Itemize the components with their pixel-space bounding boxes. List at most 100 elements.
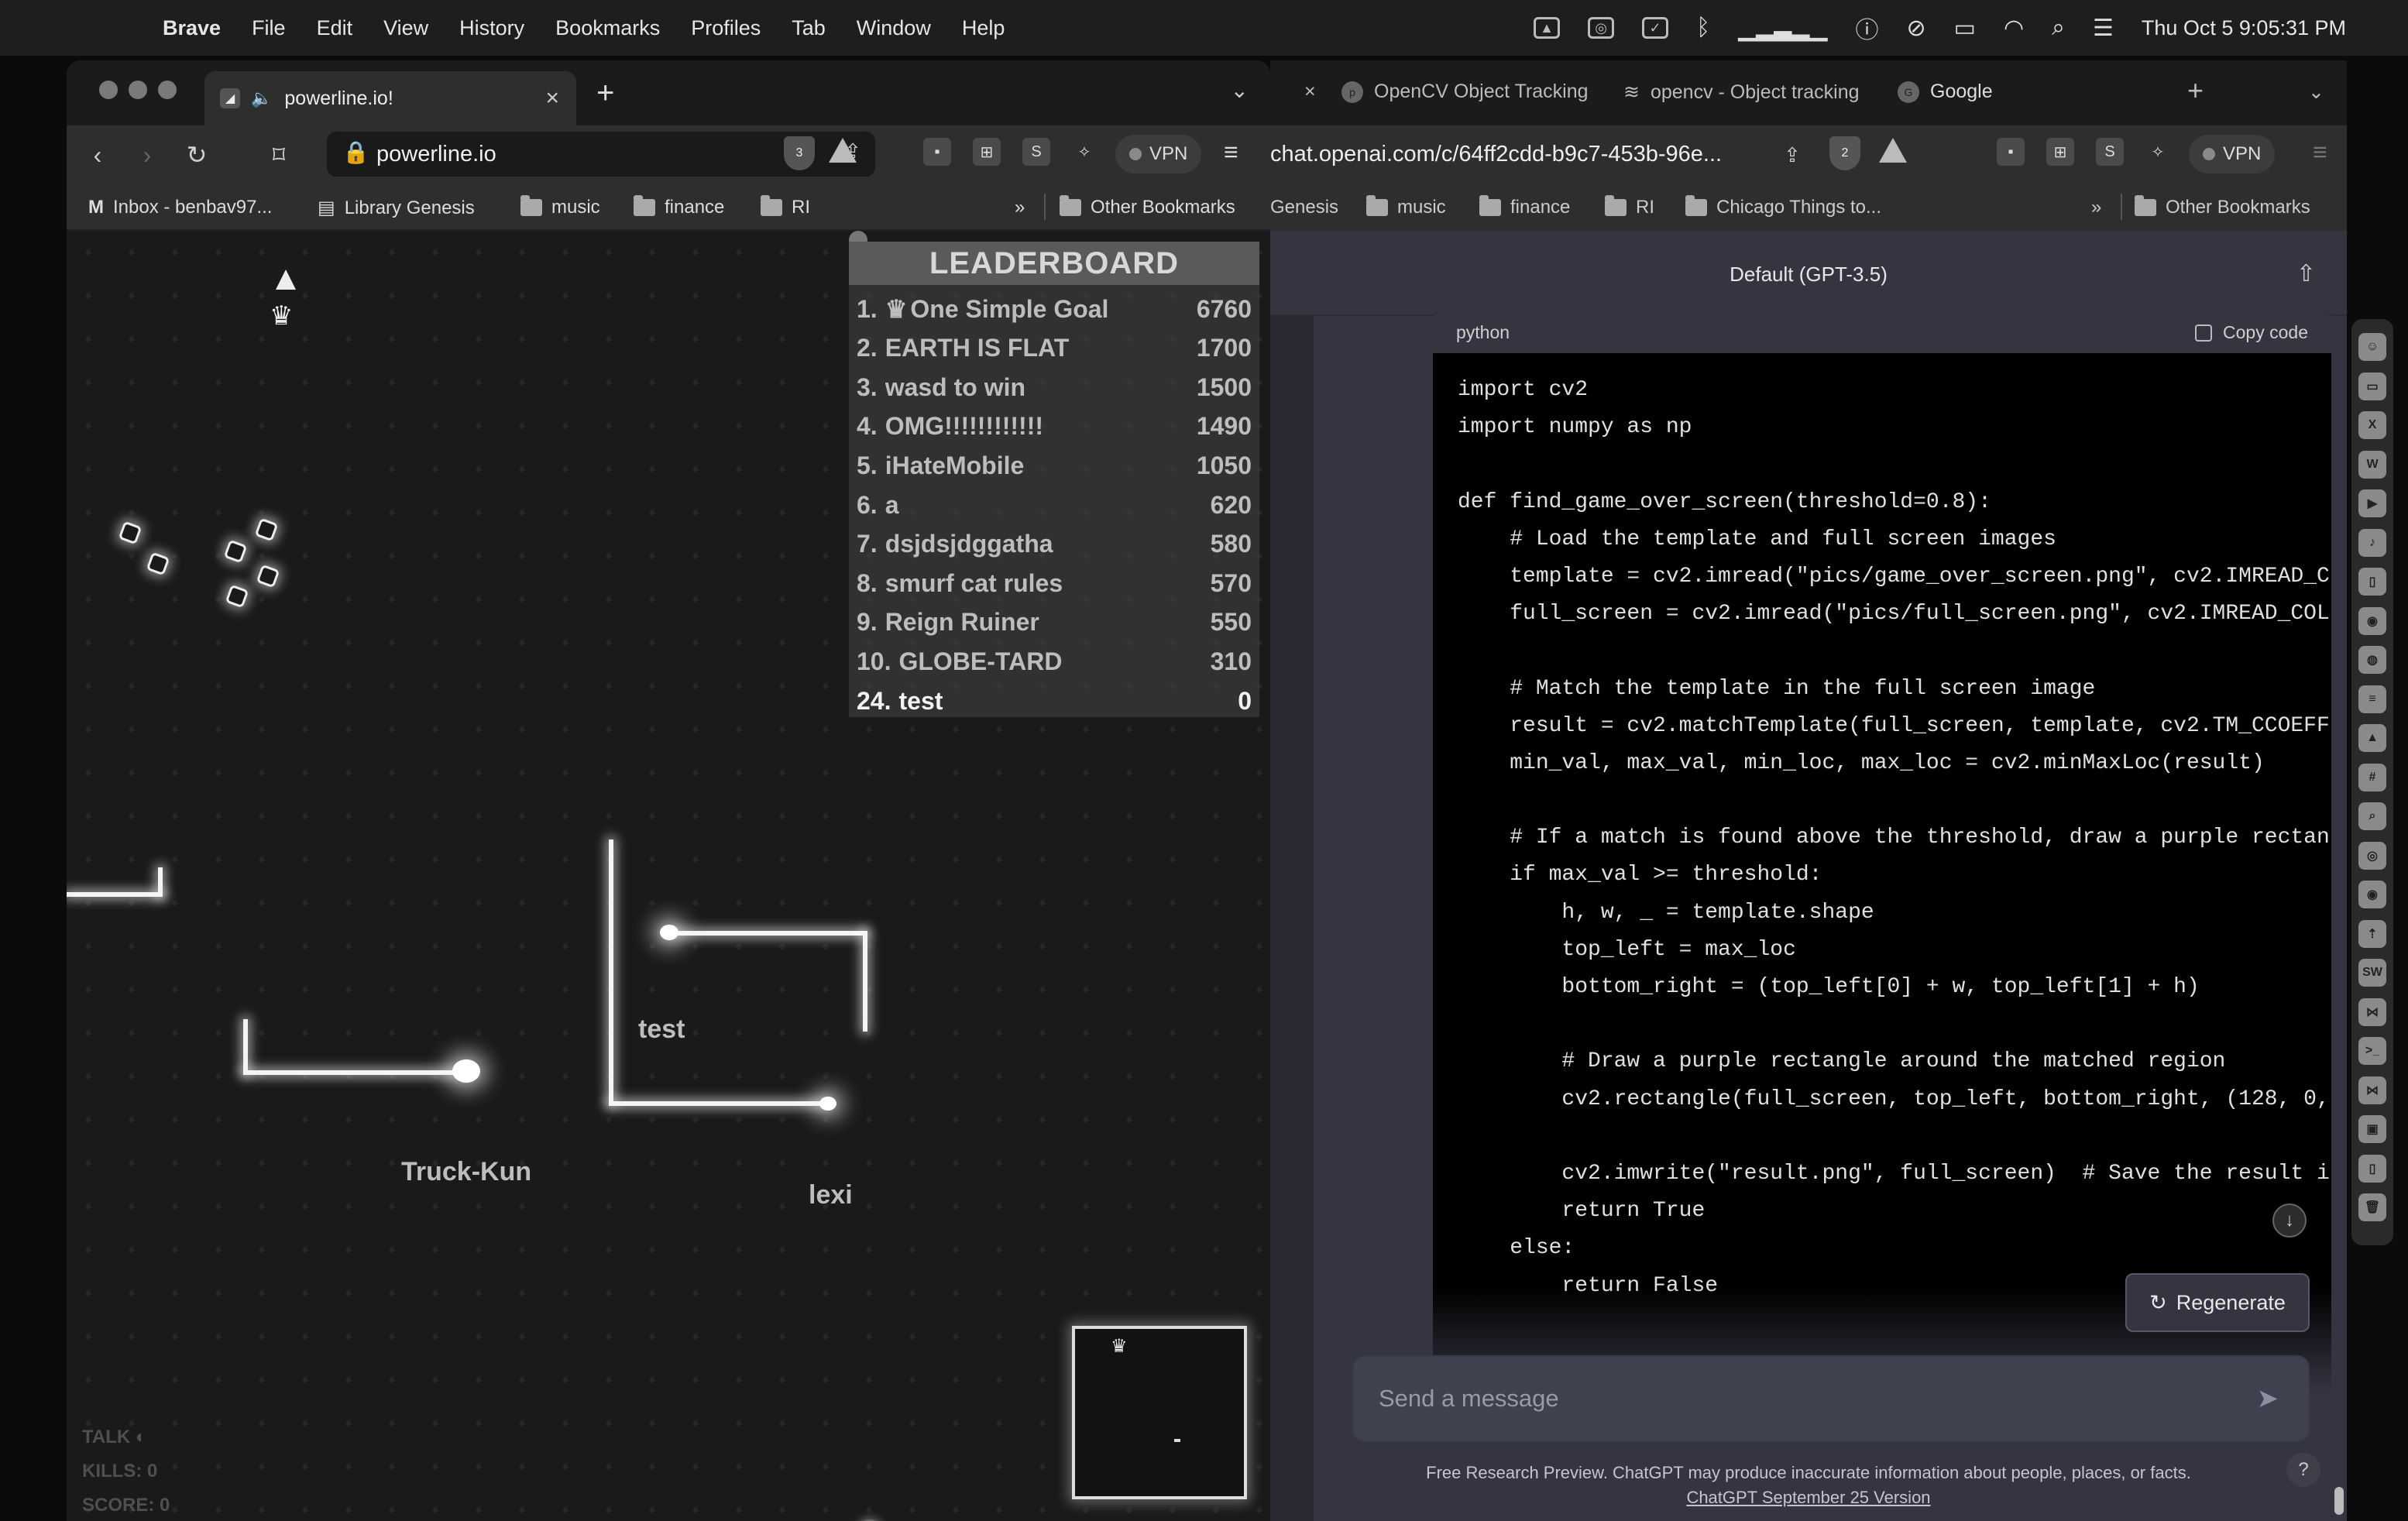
- brave-shields-icon[interactable]: 2: [1829, 136, 1860, 170]
- menu-edit[interactable]: Edit: [317, 16, 353, 40]
- bookmark-icon[interactable]: ⌑: [262, 138, 296, 172]
- menu-profiles[interactable]: Profiles: [691, 16, 761, 40]
- clock[interactable]: Thu Oct 5 9:05:31 PM: [2142, 16, 2346, 40]
- globe-icon[interactable]: ◍: [2358, 646, 2386, 674]
- main-menu-icon[interactable]: ≡: [2313, 138, 2327, 167]
- scroll-to-bottom-icon[interactable]: ↓: [2272, 1203, 2307, 1238]
- regenerate-button[interactable]: ↻ Regenerate: [2125, 1273, 2310, 1332]
- tab-close-icon[interactable]: ×: [1304, 81, 1316, 103]
- vscode-icon[interactable]: ⋈: [2358, 1076, 2386, 1104]
- brave-shields-icon[interactable]: 3: [784, 136, 815, 170]
- slack-icon[interactable]: #: [2358, 763, 2386, 791]
- info-icon[interactable]: ⓘ: [1855, 11, 1878, 45]
- speaker-icon[interactable]: 🔈: [251, 88, 272, 108]
- bookmark-inbox[interactable]: M Inbox - benbav97...: [88, 197, 272, 218]
- talk-label[interactable]: TALK ◐: [82, 1427, 146, 1448]
- share-icon[interactable]: ⇪: [1775, 138, 1809, 172]
- talk-toggle-icon[interactable]: ◐: [136, 1427, 147, 1447]
- main-menu-icon[interactable]: ≡: [1224, 138, 1238, 167]
- battery-icon[interactable]: ▭: [1954, 15, 1976, 42]
- brave-rewards-icon[interactable]: [1879, 138, 1907, 163]
- brave-icon[interactable]: ▲: [2358, 724, 2386, 752]
- bookmark-folder-music[interactable]: music: [1366, 195, 1446, 218]
- brave-rewards-icon[interactable]: [829, 138, 857, 163]
- shield-status-icon[interactable]: ✓: [1642, 17, 1669, 39]
- control-center-icon[interactable]: ☰: [2093, 15, 2114, 42]
- mute-icon[interactable]: ⊘: [1906, 15, 1925, 42]
- books-icon[interactable]: ▯: [2358, 568, 2386, 596]
- tab-list-chevron-icon[interactable]: ⌄: [1231, 77, 1249, 103]
- files-icon[interactable]: ▭: [2358, 372, 2386, 400]
- copy-code-button[interactable]: Copy code: [2195, 322, 2308, 343]
- new-tab-button[interactable]: +: [596, 76, 614, 111]
- menu-view[interactable]: View: [383, 16, 428, 40]
- new-tab-button[interactable]: +: [2187, 74, 2204, 107]
- window-close-button[interactable]: [99, 81, 118, 99]
- scrollbar-thumb[interactable]: [2334, 1487, 2344, 1515]
- music-icon[interactable]: ♪: [2358, 528, 2386, 557]
- bookmark-folder-chicago[interactable]: Chicago Things to...: [1685, 195, 1881, 218]
- tab-close-icon[interactable]: ×: [545, 85, 559, 112]
- menu-window[interactable]: Window: [857, 16, 931, 40]
- spotlight-search-icon[interactable]: ⌕: [2052, 15, 2065, 41]
- cpu-monitor-icon[interactable]: ▁▂▃▂▁: [1738, 15, 1827, 42]
- bookmark-folder-ri[interactable]: RI: [1605, 195, 1654, 218]
- chrome-icon[interactable]: ◉: [2358, 606, 2386, 635]
- word-icon[interactable]: W: [2358, 450, 2386, 479]
- status-app-icon[interactable]: ▲: [1534, 17, 1561, 39]
- menu-tab[interactable]: Tab: [792, 16, 826, 40]
- send-icon[interactable]: ➤: [2257, 1383, 2279, 1414]
- spotify-icon[interactable]: ◉: [2358, 881, 2386, 908]
- address-bar[interactable]: chat.openai.com/c/64ff2cdd-b9c7-453b-96e…: [1270, 132, 1774, 177]
- bookmark-folder-finance[interactable]: finance: [1479, 195, 1570, 218]
- game-canvas[interactable]: LEADERBOARD 1. ♛ One Simple Goal 6760 2. EART…: [67, 231, 1270, 1521]
- back-icon[interactable]: ‹: [81, 138, 115, 172]
- preview-icon[interactable]: ▣: [2358, 1115, 2386, 1143]
- extension-icon[interactable]: ▪: [923, 138, 951, 166]
- vpn-button[interactable]: VPN: [1115, 135, 1202, 173]
- finder-icon[interactable]: ☺: [2358, 333, 2386, 361]
- rocket-icon[interactable]: ⇡: [2358, 919, 2386, 948]
- version-link[interactable]: ChatGPT September 25 Version: [1270, 1485, 2347, 1510]
- other-bookmarks[interactable]: Other Bookmarks: [1060, 195, 1235, 218]
- menu-app-name[interactable]: Brave: [163, 16, 221, 40]
- window-zoom-button[interactable]: [158, 81, 177, 99]
- help-button[interactable]: ?: [2286, 1453, 2320, 1487]
- puzzle-extensions-icon[interactable]: ✧: [1070, 138, 1098, 166]
- vpn-button[interactable]: VPN: [2189, 135, 2276, 173]
- puzzle-extensions-icon[interactable]: ✧: [2144, 138, 2172, 166]
- other-bookmarks[interactable]: Other Bookmarks: [2135, 195, 2310, 218]
- model-title[interactable]: Default (GPT-3.5): [1730, 263, 1888, 286]
- message-input[interactable]: Send a message ➤: [1352, 1355, 2310, 1442]
- bookmark-folder-finance[interactable]: finance: [634, 195, 724, 218]
- bookmark-library-genesis[interactable]: ▤ Library Genesis: [318, 197, 475, 219]
- stack-icon[interactable]: ≡: [2358, 685, 2386, 713]
- phone-icon[interactable]: ▯: [2358, 1154, 2386, 1183]
- tab-opencv-tracking[interactable]: p OpenCV Object Tracking: [1341, 81, 1589, 103]
- excel-icon[interactable]: X: [2358, 411, 2386, 439]
- translate-extension-icon[interactable]: ⊞: [2046, 138, 2074, 166]
- s-extension-icon[interactable]: S: [1022, 138, 1050, 166]
- sw-icon[interactable]: SW: [2358, 959, 2386, 987]
- bookmark-folder-music[interactable]: music: [520, 195, 600, 218]
- translate-extension-icon[interactable]: ⊞: [973, 138, 1001, 166]
- reload-icon[interactable]: ↻: [180, 138, 214, 172]
- bookmark-library-genesis[interactable]: Genesis: [1270, 197, 1338, 218]
- bookmarks-overflow-button[interactable]: »: [1015, 197, 1025, 218]
- wifi-icon[interactable]: ◠: [2004, 15, 2024, 42]
- tab-opencv-object-tracking[interactable]: ≋ opencv - Object tracking: [1623, 81, 1860, 104]
- menu-history[interactable]: History: [459, 16, 524, 40]
- terminal-icon[interactable]: >_: [2358, 1037, 2386, 1065]
- tab-google[interactable]: G Google: [1898, 81, 1993, 103]
- window-minimize-button[interactable]: [129, 81, 147, 99]
- forward-icon[interactable]: ›: [130, 138, 164, 172]
- vscode-icon[interactable]: ⋈: [2358, 997, 2386, 1026]
- menu-help[interactable]: Help: [962, 16, 1005, 40]
- bluetooth-icon[interactable]: ᛒ: [1696, 15, 1710, 41]
- s-extension-icon[interactable]: S: [2096, 138, 2124, 166]
- extension-icon[interactable]: ▪: [1997, 138, 2025, 166]
- facetime-icon[interactable]: ▶: [2358, 489, 2386, 517]
- search-icon[interactable]: ⌕: [2358, 802, 2386, 830]
- code-content[interactable]: import cv2 import numpy as np def find_gam…: [1458, 372, 2330, 1305]
- menu-file[interactable]: File: [252, 16, 286, 40]
